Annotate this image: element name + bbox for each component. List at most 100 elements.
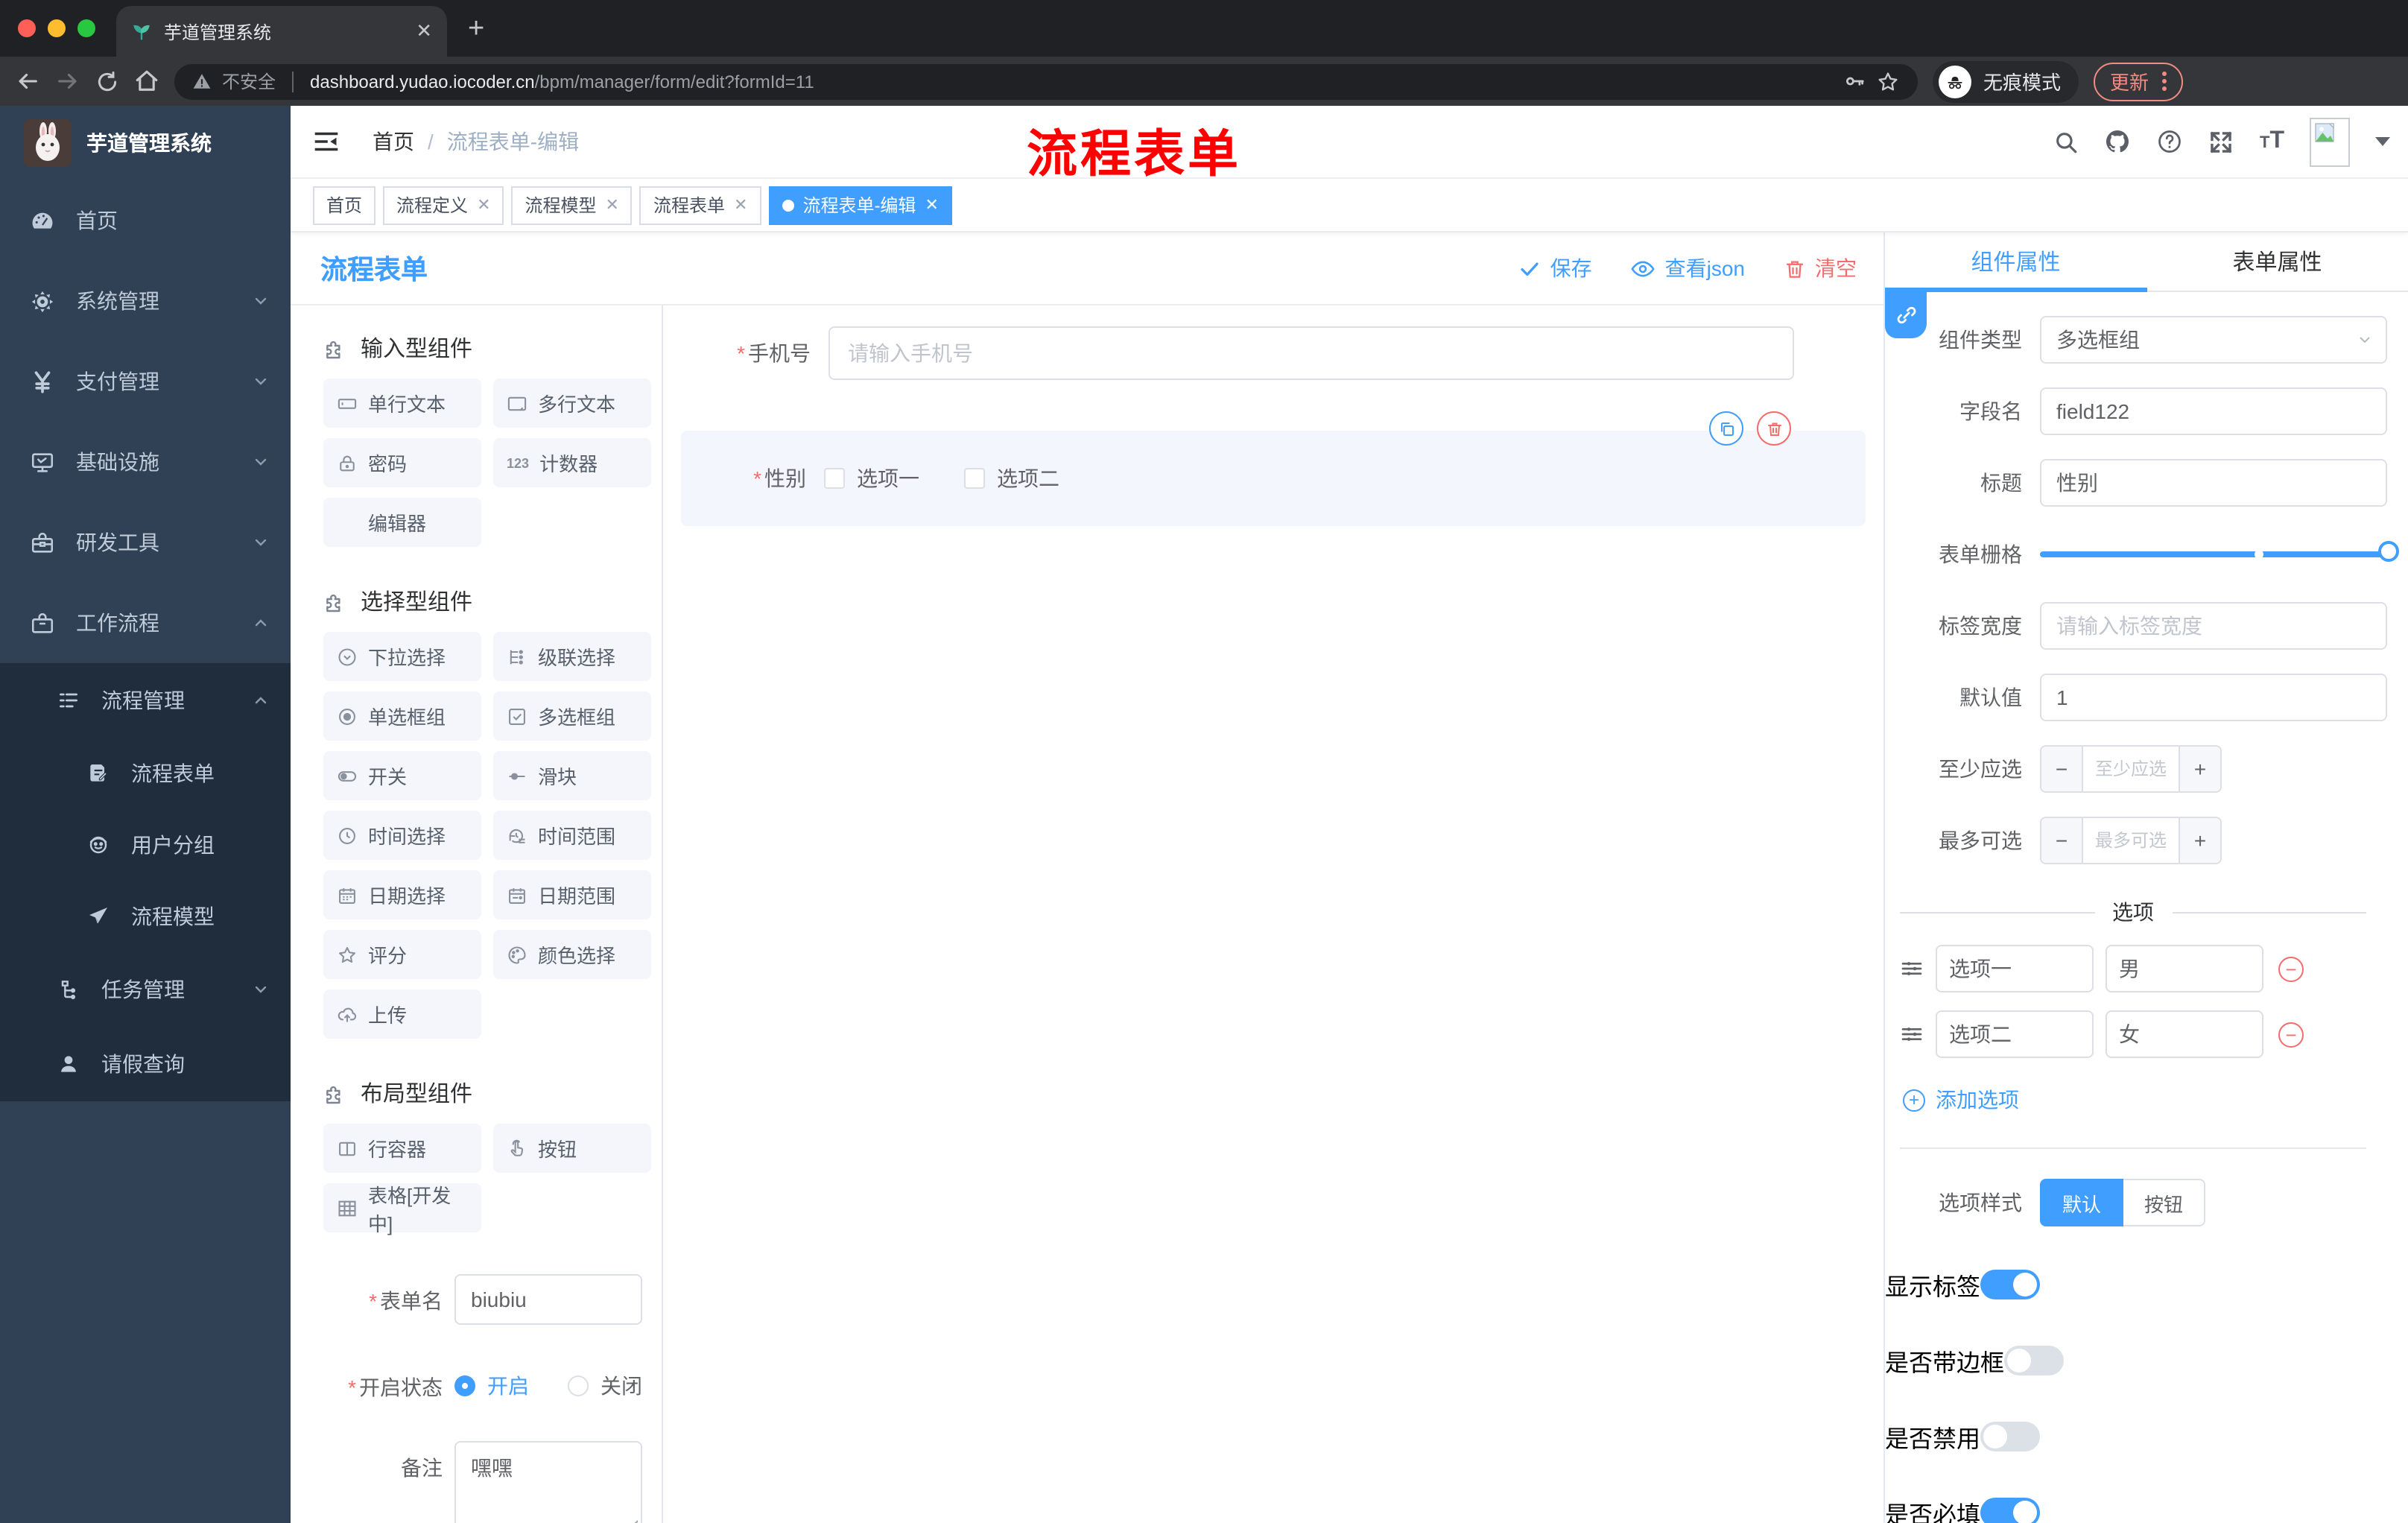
component-date-range[interactable]: 日期范围 bbox=[493, 870, 651, 919]
tag-process-def[interactable]: 流程定义 ✕ bbox=[383, 186, 504, 224]
sidebar-item-workflow[interactable]: 工作流程 bbox=[0, 583, 291, 663]
tag-active-form-edit[interactable]: 流程表单-编辑 ✕ bbox=[768, 186, 952, 224]
tag-close-icon[interactable]: ✕ bbox=[606, 195, 619, 215]
close-window-button[interactable] bbox=[18, 19, 36, 37]
component-time-range[interactable]: 时间范围 bbox=[493, 811, 651, 860]
drag-handle-icon[interactable] bbox=[1900, 957, 1924, 981]
fullscreen-icon[interactable] bbox=[2209, 129, 2234, 154]
status-open-radio[interactable]: 开启 bbox=[454, 1371, 529, 1401]
label-width-input[interactable] bbox=[2040, 602, 2387, 650]
style-button-button[interactable]: 按钮 bbox=[2123, 1179, 2206, 1226]
sidebar-item-infra[interactable]: 基础设施 bbox=[0, 422, 291, 502]
reload-icon[interactable] bbox=[95, 69, 119, 93]
view-json-button[interactable]: 查看json bbox=[1631, 253, 1745, 283]
tab-form-props[interactable]: 表单属性 bbox=[2146, 232, 2408, 291]
tag-close-icon[interactable]: ✕ bbox=[734, 195, 747, 215]
slider-track[interactable] bbox=[2040, 541, 2399, 562]
checkbox-box[interactable] bbox=[824, 468, 845, 489]
canvas-field-gender-selected[interactable]: * 性别 选项一 选项二 bbox=[681, 411, 1866, 526]
browser-menu-icon[interactable] bbox=[2162, 72, 2167, 91]
tag-home[interactable]: 首页 bbox=[313, 186, 376, 224]
component-color-picker[interactable]: 颜色选择 bbox=[493, 930, 651, 979]
option1-label-input[interactable] bbox=[1936, 945, 2094, 992]
resize-grip-icon[interactable] bbox=[624, 1520, 638, 1523]
link-icon[interactable] bbox=[1885, 292, 1927, 338]
minus-button[interactable]: − bbox=[2041, 818, 2083, 863]
show-label-switch[interactable] bbox=[1980, 1270, 2041, 1299]
bookmark-star-icon[interactable] bbox=[1876, 69, 1900, 93]
style-default-button[interactable]: 默认 bbox=[2040, 1179, 2124, 1226]
sidebar-fold-icon[interactable] bbox=[313, 128, 340, 155]
sidebar-item-system[interactable]: 系统管理 bbox=[0, 261, 291, 341]
form-name-input[interactable] bbox=[454, 1274, 642, 1325]
slider-handle[interactable] bbox=[2378, 541, 2399, 562]
url-text[interactable]: dashboard.yudao.iocoder.cn/bpm/manager/f… bbox=[310, 71, 814, 92]
sidebar-item-devtools[interactable]: 研发工具 bbox=[0, 502, 291, 583]
sidebar-item-home[interactable]: 首页 bbox=[0, 180, 291, 261]
gender-option2-checkbox[interactable]: 选项二 bbox=[964, 463, 1059, 493]
component-row-container[interactable]: 行容器 bbox=[323, 1124, 481, 1173]
min-select-input[interactable] bbox=[2083, 747, 2179, 791]
back-icon[interactable] bbox=[15, 69, 40, 94]
component-cascader[interactable]: 级联选择 bbox=[493, 632, 651, 681]
component-password[interactable]: 密码 bbox=[323, 438, 481, 487]
search-icon[interactable] bbox=[2054, 129, 2079, 154]
component-date-picker[interactable]: 日期选择 bbox=[323, 870, 481, 919]
user-avatar[interactable] bbox=[2310, 117, 2350, 166]
avatar-caret-icon[interactable] bbox=[2375, 137, 2390, 146]
status-closed-radio[interactable]: 关闭 bbox=[568, 1371, 642, 1401]
plus-button[interactable]: + bbox=[2179, 818, 2220, 863]
zoom-window-button[interactable] bbox=[77, 19, 95, 37]
component-rate[interactable]: 评分 bbox=[323, 930, 481, 979]
component-select[interactable]: 下拉选择 bbox=[323, 632, 481, 681]
component-radio-group[interactable]: 单选框组 bbox=[323, 691, 481, 741]
forward-icon[interactable] bbox=[55, 69, 80, 94]
plus-button[interactable]: + bbox=[2179, 747, 2220, 791]
tag-close-icon[interactable]: ✕ bbox=[477, 195, 490, 215]
security-label[interactable]: 不安全 bbox=[222, 69, 276, 94]
help-icon[interactable] bbox=[2157, 128, 2184, 155]
component-textarea[interactable]: 多行文本 bbox=[493, 379, 651, 428]
option2-label-input[interactable] bbox=[1936, 1010, 2094, 1058]
home-icon[interactable] bbox=[134, 69, 159, 94]
disabled-switch[interactable] bbox=[1980, 1422, 2041, 1451]
sidebar-item-payment[interactable]: 支付管理 bbox=[0, 341, 291, 422]
tag-process-model[interactable]: 流程模型 ✕ bbox=[511, 186, 633, 224]
title-input[interactable] bbox=[2040, 459, 2387, 507]
drag-handle-icon[interactable] bbox=[1900, 1022, 1924, 1046]
minimize-window-button[interactable] bbox=[48, 19, 66, 37]
minus-button[interactable]: − bbox=[2041, 747, 2083, 791]
component-counter[interactable]: 123 计数器 bbox=[493, 438, 651, 487]
component-switch[interactable]: 开关 bbox=[323, 751, 481, 800]
breadcrumb-home[interactable]: 首页 bbox=[373, 127, 414, 156]
address-bar[interactable]: 不安全 dashboard.yudao.iocoder.cn/bpm/manag… bbox=[174, 63, 1918, 99]
sidebar-item-process-form[interactable]: 流程表单 bbox=[0, 738, 291, 809]
clear-button[interactable]: 清空 bbox=[1784, 253, 1857, 283]
sidebar-item-task-mgmt[interactable]: 任务管理 bbox=[0, 952, 291, 1027]
remove-option-icon[interactable]: − bbox=[2278, 956, 2304, 981]
component-type-select[interactable]: 多选框组 bbox=[2040, 316, 2387, 364]
form-remark-textarea[interactable]: 嘿嘿 bbox=[454, 1441, 642, 1523]
option1-value-input[interactable] bbox=[2106, 945, 2263, 992]
tag-process-form[interactable]: 流程表单 ✕ bbox=[639, 186, 761, 224]
component-upload[interactable]: 上传 bbox=[323, 990, 481, 1039]
browser-tab[interactable]: 芋道管理系统 ✕ bbox=[116, 6, 447, 57]
browser-update-button[interactable]: 更新 bbox=[2094, 62, 2184, 101]
component-time-picker[interactable]: 时间选择 bbox=[323, 811, 481, 860]
component-single-text[interactable]: 单行文本 bbox=[323, 379, 481, 428]
sidebar-item-process-model[interactable]: 流程模型 bbox=[0, 881, 291, 952]
save-button[interactable]: 保存 bbox=[1519, 253, 1592, 283]
max-select-input[interactable] bbox=[2083, 818, 2179, 863]
delete-component-button[interactable] bbox=[1757, 411, 1791, 446]
sidebar-item-process-mgmt[interactable]: 流程管理 bbox=[0, 663, 291, 738]
phone-input[interactable] bbox=[828, 326, 1794, 380]
security-warning-icon[interactable] bbox=[192, 72, 212, 91]
tab-component-props[interactable]: 组件属性 bbox=[1885, 232, 2146, 292]
component-table-dev[interactable]: 表格[开发中] bbox=[323, 1183, 481, 1235]
form-canvas[interactable]: * 手机号 请输入手机号 * 性别 选项一 选项二 bbox=[663, 305, 1883, 1523]
sidebar-item-user-group[interactable]: 用户分组 bbox=[0, 809, 291, 881]
checkbox-box[interactable] bbox=[964, 468, 985, 489]
component-editor[interactable]: 编辑器 bbox=[323, 498, 481, 547]
tag-close-icon[interactable]: ✕ bbox=[925, 195, 938, 215]
field-name-input[interactable] bbox=[2040, 387, 2387, 435]
